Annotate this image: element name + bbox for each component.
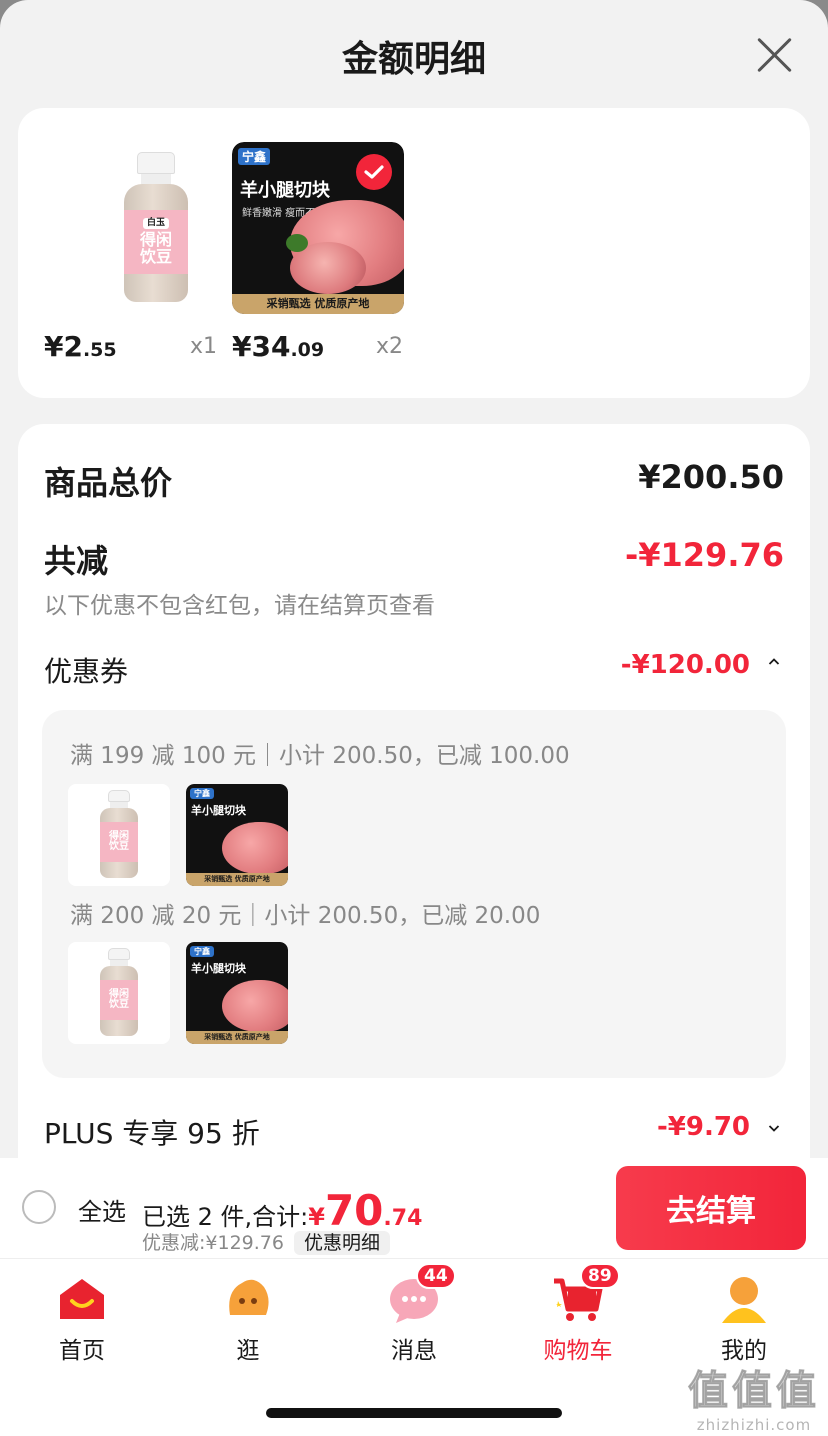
coupon-product-thumb: 得闲 饮豆 xyxy=(68,942,170,1044)
select-all-label[interactable]: 全选 xyxy=(78,1192,126,1227)
chevron-up-icon[interactable] xyxy=(768,656,780,668)
tab-cart[interactable]: 89 购物车 xyxy=(518,1263,638,1365)
select-all-radio[interactable] xyxy=(22,1190,56,1224)
watermark-logo: 值值值 zhizhizhi.com xyxy=(688,1368,820,1435)
tab-messages[interactable]: 44 消息 xyxy=(354,1263,474,1365)
total-reduction-row: 共减 -¥129.76 xyxy=(44,536,784,582)
tab-profile[interactable]: 我的 xyxy=(684,1271,804,1365)
selected-products-card: 白玉 得闲 饮豆 ¥2.55 x1 宁鑫 羊小腿切块 鲜香嫩滑 瘦而不柴 采销甄… xyxy=(18,108,810,398)
plus-discount-value: -¥9.70 xyxy=(656,1112,750,1142)
discount-detail-button[interactable]: 优惠明细 xyxy=(293,1231,390,1255)
checked-icon[interactable] xyxy=(356,154,392,190)
total-reduction-value: -¥129.76 xyxy=(624,536,784,574)
total-price-value: ¥200.50 xyxy=(638,458,784,496)
bottle-image: 白玉 得闲 饮豆 xyxy=(124,152,188,302)
total-reduction-label: 共减 xyxy=(44,542,109,580)
coupon-rule: 满 199 减 100 元｜小计 200.50，已减 100.00 xyxy=(70,743,570,769)
coupon-product-thumb: 宁鑫 羊小腿切块 采销甄选 优质原产地 xyxy=(186,784,288,886)
home-indicator[interactable] xyxy=(266,1408,562,1418)
plus-discount-label: PLUS 专享 95 折 xyxy=(44,1117,260,1150)
sheet-title: 金额明细 xyxy=(341,39,486,80)
total-price-row: 商品总价 ¥200.50 xyxy=(44,458,784,504)
browse-icon xyxy=(220,1271,276,1327)
amount-detail-sheet: 金额明细 白玉 得闲 饮豆 ¥2.55 x1 宁鑫 羊小腿切块 鲜香嫩滑 瘦而不… xyxy=(0,0,828,1436)
product-quantity: x2 xyxy=(376,334,404,359)
product-item-soy-drink[interactable]: 白玉 得闲 饮豆 xyxy=(70,142,274,314)
coupon-product-thumb: 宁鑫 羊小腿切块 采销甄选 优质原产地 xyxy=(186,942,288,1044)
message-badge: 44 xyxy=(416,1263,456,1289)
home-icon xyxy=(54,1271,110,1327)
product-price: ¥34.09 xyxy=(232,330,325,363)
product-quantity: x1 xyxy=(190,334,218,359)
discount-summary: 优惠减:¥129.76 优惠明细 xyxy=(142,1228,390,1255)
coupon-label: 优惠券 xyxy=(44,655,129,688)
checkout-button[interactable]: 去结算 xyxy=(616,1166,806,1250)
coupon-rule: 满 200 减 20 元｜小计 200.50，已减 20.00 xyxy=(70,903,541,929)
plus-discount-row[interactable]: PLUS 专享 95 折 -¥9.70 xyxy=(44,1112,784,1152)
tab-home[interactable]: 首页 xyxy=(22,1271,142,1365)
total-price-label: 商品总价 xyxy=(44,464,173,502)
cart-badge: 89 xyxy=(580,1263,620,1289)
product-image: 白玉 得闲 饮豆 xyxy=(70,142,242,314)
cart-icon: 89 xyxy=(550,1263,620,1327)
product-price: ¥2.55 xyxy=(44,330,117,363)
product-item-lamb[interactable]: 宁鑫 羊小腿切块 鲜香嫩滑 瘦而不柴 采销甄选 优质原产地 xyxy=(232,142,404,314)
price-breakdown-card: 商品总价 ¥200.50 共减 -¥129.76 以下优惠不包含红包，请在结算页… xyxy=(18,424,810,1184)
coupon-product-thumb: 得闲 饮豆 xyxy=(68,784,170,886)
coupon-row[interactable]: 优惠券 -¥120.00 xyxy=(44,650,784,690)
close-icon[interactable] xyxy=(754,34,794,74)
checkout-bar: 全选 已选 2 件,合计:¥70.74 优惠减:¥129.76 优惠明细 去结算 xyxy=(0,1158,828,1258)
coupon-value: -¥120.00 xyxy=(620,650,750,680)
reduction-hint: 以下优惠不包含红包，请在结算页查看 xyxy=(44,593,435,619)
message-icon: 44 xyxy=(386,1263,456,1327)
chevron-down-icon[interactable] xyxy=(768,1122,780,1134)
profile-icon xyxy=(716,1271,772,1327)
tab-browse[interactable]: 逛 xyxy=(188,1271,308,1365)
coupon-detail-box: 满 199 减 100 元｜小计 200.50，已减 100.00 得闲 饮豆 宁… xyxy=(42,710,786,1078)
